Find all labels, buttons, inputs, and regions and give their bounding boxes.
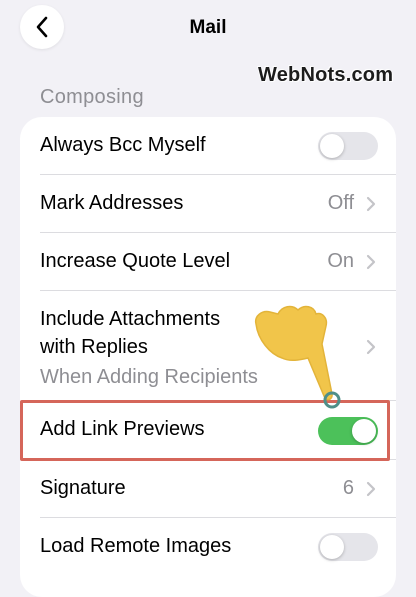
load-remote-images-toggle[interactable] <box>318 533 378 561</box>
row-value: 6 <box>342 477 354 499</box>
toggle-knob <box>320 134 344 158</box>
row-label: Mark Addresses <box>40 192 184 214</box>
row-label-line2: with Replies <box>40 336 148 358</box>
row-label: Load Remote Images <box>40 535 232 557</box>
chevron-right-icon <box>366 254 376 270</box>
row-value: Off <box>327 192 354 214</box>
chevron-right-icon <box>366 339 376 355</box>
page-title: Mail <box>189 17 227 38</box>
row-sublabel: When Adding Recipients <box>40 366 258 388</box>
row-mark-addresses[interactable]: Mark Addresses Off <box>20 175 396 233</box>
row-label: Increase Quote Level <box>40 250 231 272</box>
section-header-composing: Composing <box>40 86 144 108</box>
chevron-right-icon <box>366 481 376 497</box>
row-label: Always Bcc Myself <box>40 134 206 156</box>
row-label-line1: Include Attachments <box>40 308 221 330</box>
always-bcc-toggle[interactable] <box>318 132 378 160</box>
watermark-logo: WebNots.com <box>258 64 394 86</box>
row-increase-quote-level[interactable]: Increase Quote Level On <box>20 233 396 291</box>
row-signature[interactable]: Signature 6 <box>20 460 396 518</box>
row-label: Signature <box>40 477 126 499</box>
toggle-knob <box>320 535 344 559</box>
chevron-right-icon <box>366 196 376 212</box>
row-always-bcc-myself[interactable]: Always Bcc Myself <box>20 117 396 175</box>
row-load-remote-images[interactable]: Load Remote Images <box>20 518 396 576</box>
pointing-hand-icon <box>254 305 341 409</box>
row-value: On <box>327 250 354 272</box>
navigation-bar: Mail <box>0 0 416 60</box>
